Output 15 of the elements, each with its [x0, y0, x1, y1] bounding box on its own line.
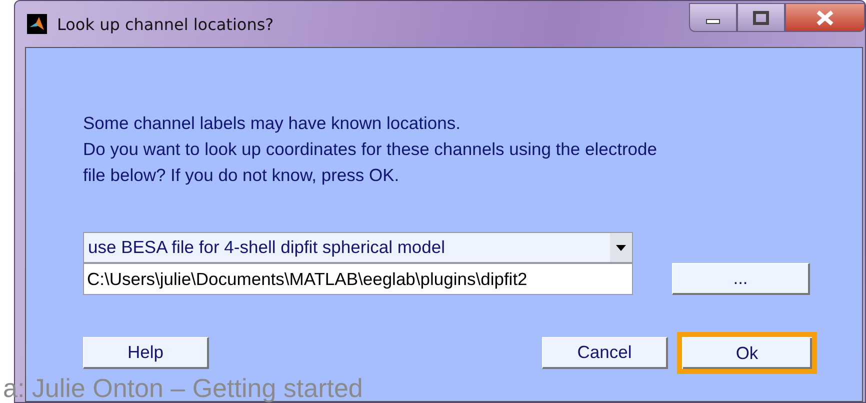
window-title: Look up channel locations?: [57, 14, 274, 34]
minimize-button[interactable]: [689, 3, 737, 32]
message-text: Some channel labels may have known locations. Do you want to look up coordinates for these channels using the electrode file below? If you do not know, press OK.: [83, 112, 658, 187]
ok-button[interactable]: Ok: [677, 332, 817, 374]
model-dropdown[interactable]: use BESA file for 4-shell dipfit spherical model: [83, 232, 633, 263]
app-icon: [27, 14, 47, 34]
close-button[interactable]: [785, 3, 865, 32]
browse-button[interactable]: ...: [672, 263, 810, 295]
maximize-button[interactable]: [737, 3, 785, 32]
minimize-icon: [706, 19, 720, 24]
maximize-icon: [753, 10, 769, 24]
close-icon: [816, 10, 834, 26]
help-button[interactable]: Help: [83, 337, 209, 369]
cancel-button[interactable]: Cancel: [542, 337, 668, 369]
file-path-field[interactable]: C:\Users\julie\Documents\MATLAB\eeglab\plugins\dipfit2: [83, 263, 633, 295]
